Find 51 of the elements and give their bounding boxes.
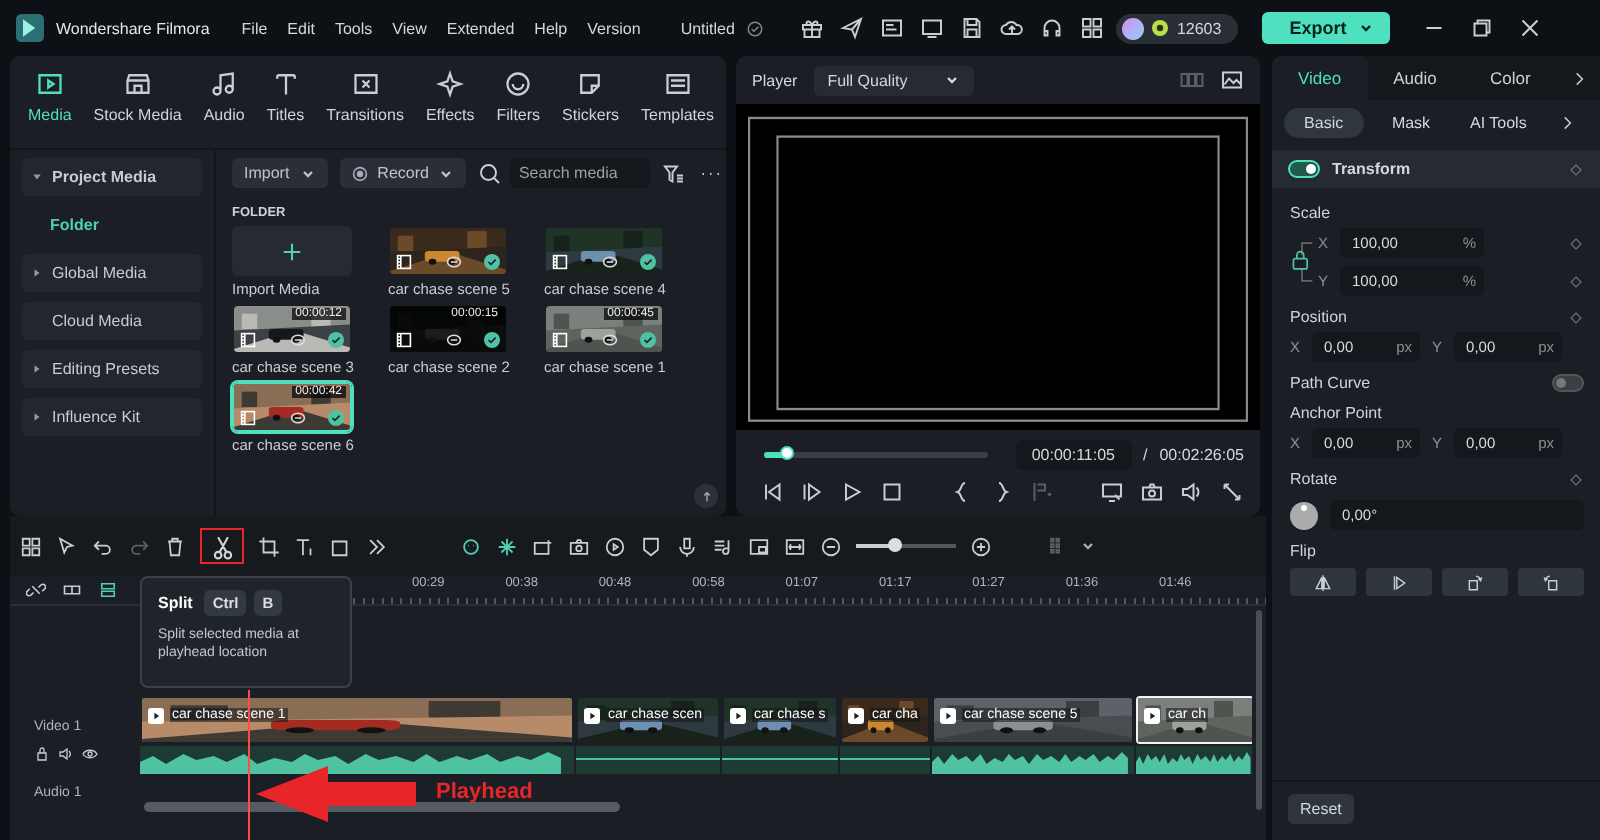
current-time: 00:00:11:05 — [1015, 440, 1131, 470]
inspector-tab[interactable]: Audio — [1367, 56, 1463, 100]
subtab[interactable]: AI Tools — [1458, 108, 1539, 138]
sidebar-item[interactable]: Project Media — [22, 158, 202, 196]
inspector-tab[interactable]: Color — [1462, 56, 1559, 100]
subtab[interactable]: Mask — [1371, 108, 1451, 138]
media-tab[interactable]: Templates — [635, 62, 720, 148]
sidebar-item[interactable]: Editing Presets — [22, 350, 202, 388]
media-tab[interactable]: Media — [22, 62, 78, 148]
tooltip-title: Split — [158, 594, 193, 612]
total-time: 00:02:26:05 — [1159, 446, 1244, 464]
property-label: Path Curve — [1290, 374, 1371, 392]
menu-item[interactable]: Help — [534, 19, 568, 37]
sidebar-subitem[interactable]: Folder — [22, 206, 202, 244]
credits-badge[interactable]: 12603 — [1116, 13, 1238, 43]
menu-item[interactable]: Extended — [446, 19, 515, 37]
property-label: Anchor Point — [1290, 404, 1384, 422]
menu-item[interactable]: File — [241, 19, 268, 37]
quality-dropdown[interactable]: Full Quality — [813, 65, 974, 95]
inspector-tab[interactable]: Video — [1272, 56, 1368, 100]
sidebar-item[interactable]: Global Media — [22, 254, 202, 292]
media-tab[interactable]: Audio — [197, 62, 251, 148]
property-label: Scale — [1290, 204, 1333, 222]
media-tab[interactable]: Stickers — [556, 62, 625, 148]
property-label: Position — [1290, 308, 1347, 326]
project-title: Untitled — [680, 19, 735, 37]
app-title: Wondershare Filmora — [56, 19, 210, 37]
player-label: Player — [752, 71, 798, 89]
property-label: Flip — [1290, 542, 1318, 560]
section-title: Transform — [1332, 160, 1411, 178]
menu-item[interactable]: Edit — [287, 19, 315, 37]
time-separator: / — [1143, 446, 1148, 464]
media-tab[interactable]: Titles — [260, 62, 311, 148]
menu-item[interactable]: View — [392, 19, 427, 37]
media-tab[interactable]: Stock Media — [87, 62, 188, 148]
credits-count: 12603 — [1176, 19, 1222, 37]
media-tab[interactable]: Effects — [419, 62, 481, 148]
reset-button[interactable]: Reset — [1288, 794, 1354, 824]
import-dropdown[interactable]: Import — [232, 158, 328, 188]
subtab[interactable]: Basic — [1284, 108, 1364, 138]
menu-item[interactable]: Tools — [334, 19, 373, 37]
media-tab[interactable]: Filters — [490, 62, 547, 148]
export-button[interactable]: Export — [1261, 12, 1391, 44]
record-dropdown[interactable]: Record — [339, 158, 467, 188]
search-field[interactable]: Search media — [510, 158, 651, 188]
property-label: Rotate — [1290, 470, 1338, 488]
menu-item[interactable]: Version — [587, 19, 641, 37]
annotation-label: Playhead — [436, 780, 533, 804]
sidebar-item[interactable]: Cloud Media — [22, 302, 202, 340]
media-tab[interactable]: Transitions — [320, 62, 410, 148]
sidebar-item[interactable]: Influence Kit — [22, 398, 202, 436]
